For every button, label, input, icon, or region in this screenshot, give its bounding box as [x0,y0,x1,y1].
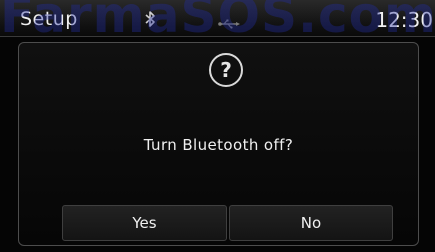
head-unit-screen: Setup 12:30 ? Turn Bluetooth off? Yes No… [0,0,435,252]
status-bar: Setup 12:30 [0,0,435,37]
clock-time: 12:30 [375,8,433,32]
question-icon: ? [209,53,243,87]
confirm-dialog: ? Turn Bluetooth off? Yes No [18,42,419,246]
dialog-message: Turn Bluetooth off? [143,136,294,154]
usb-icon [218,14,240,29]
bluetooth-icon [144,10,156,28]
yes-button[interactable]: Yes [62,205,227,241]
screen-title: Setup [20,8,78,30]
no-button[interactable]: No [229,205,393,241]
